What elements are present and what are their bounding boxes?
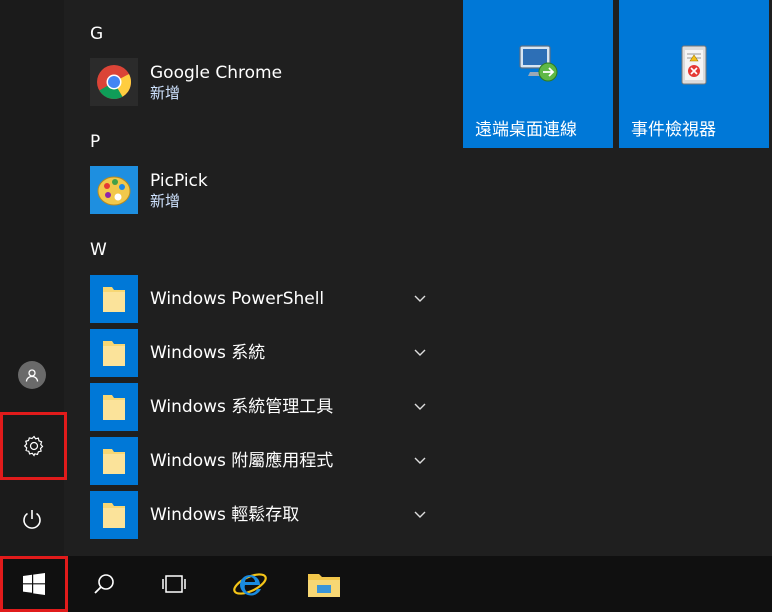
section-header-g[interactable]: G: [90, 24, 103, 44]
app-name: PicPick: [150, 171, 208, 191]
folder-icon: [90, 437, 138, 485]
windows-logo-icon: [23, 573, 45, 595]
search-button[interactable]: [72, 556, 136, 612]
task-view-icon: [162, 575, 186, 593]
chevron-down-icon[interactable]: [410, 397, 430, 417]
folder-icon: [90, 383, 138, 431]
gear-icon: [23, 435, 43, 457]
app-name: Windows 附屬應用程式: [150, 451, 334, 471]
tile-label: 事件檢視器: [631, 120, 716, 140]
chevron-down-icon[interactable]: [410, 289, 430, 309]
user-icon: [18, 361, 46, 389]
internet-explorer-button[interactable]: [218, 556, 282, 612]
power-icon: [23, 510, 41, 529]
chevron-down-icon[interactable]: [410, 343, 430, 363]
tile-remote-desktop[interactable]: 遠端桌面連線: [463, 0, 613, 148]
ie-icon: [233, 573, 267, 596]
app-new-badge: 新增: [150, 192, 181, 210]
app-name: Windows 系統管理工具: [150, 397, 334, 417]
app-folder-windows-powershell[interactable]: Windows PowerShell: [90, 273, 440, 325]
section-header-w[interactable]: W: [90, 240, 107, 260]
folder-icon: [90, 491, 138, 539]
start-menu: G Google Chrome 新增 P PicPick 新增 W Window…: [0, 0, 772, 556]
user-account-button[interactable]: [0, 350, 64, 400]
chevron-down-icon[interactable]: [410, 505, 430, 525]
folder-icon: [90, 275, 138, 323]
file-explorer-button[interactable]: [292, 556, 356, 612]
folder-icon: [90, 329, 138, 377]
app-folder-windows-system[interactable]: Windows 系統: [90, 327, 440, 379]
app-list: G Google Chrome 新增 P PicPick 新增 W Window…: [80, 0, 440, 556]
app-folder-windows-admin-tools[interactable]: Windows 系統管理工具: [90, 381, 440, 433]
tile-event-viewer[interactable]: 事件檢視器: [619, 0, 769, 148]
power-button[interactable]: [0, 494, 64, 544]
app-name: Windows 輕鬆存取: [150, 505, 300, 525]
app-name: Google Chrome: [150, 63, 283, 83]
section-header-p[interactable]: P: [90, 132, 100, 152]
tile-label: 遠端桌面連線: [475, 120, 577, 140]
chrome-icon: [90, 58, 138, 106]
app-folder-windows-ease-of-access[interactable]: Windows 輕鬆存取: [90, 489, 440, 541]
task-view-button[interactable]: [142, 556, 206, 612]
app-name: Windows 系統: [150, 343, 266, 363]
remote-desktop-icon: [516, 44, 560, 88]
app-picpick[interactable]: PicPick 新增: [90, 164, 440, 216]
picpick-icon: [90, 166, 138, 214]
app-folder-windows-accessories[interactable]: Windows 附屬應用程式: [90, 435, 440, 487]
chevron-down-icon[interactable]: [410, 451, 430, 471]
app-google-chrome[interactable]: Google Chrome 新增: [90, 56, 440, 108]
event-viewer-icon: [676, 44, 712, 92]
app-new-badge: 新增: [150, 84, 181, 102]
start-rail: [0, 0, 67, 556]
settings-button[interactable]: [0, 412, 67, 480]
folder-icon: [308, 574, 340, 597]
app-name: Windows PowerShell: [150, 289, 325, 309]
start-button[interactable]: [0, 556, 68, 612]
taskbar: [0, 556, 772, 612]
search-icon: [94, 574, 114, 594]
